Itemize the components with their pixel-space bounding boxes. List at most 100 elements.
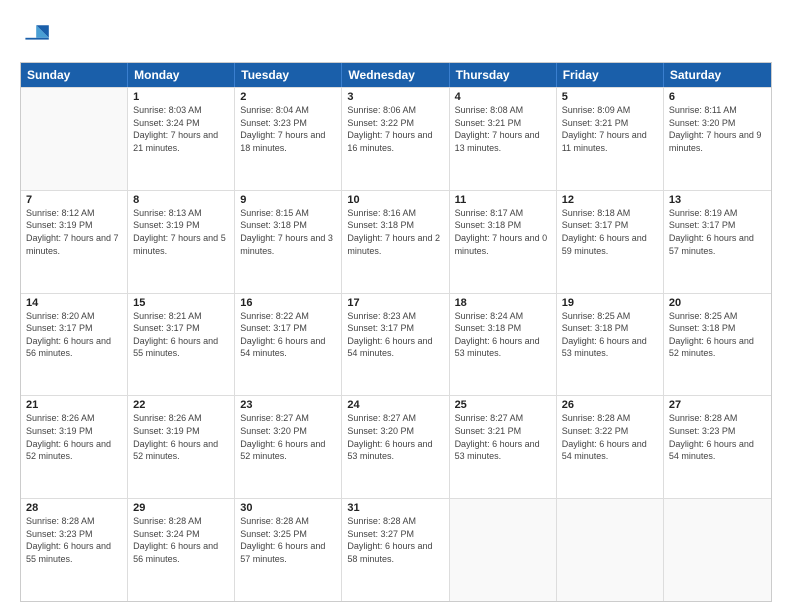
header-cell-sunday: Sunday <box>21 63 128 87</box>
day-number: 13 <box>669 194 766 206</box>
sunset-line: Sunset: 3:25 PM <box>240 528 336 541</box>
daylight-line: Daylight: 6 hours and 55 minutes. <box>133 335 229 360</box>
daylight-line: Daylight: 7 hours and 21 minutes. <box>133 129 229 154</box>
day-number: 7 <box>26 194 122 206</box>
sunset-line: Sunset: 3:17 PM <box>133 322 229 335</box>
sunset-line: Sunset: 3:20 PM <box>347 425 443 438</box>
day-number: 3 <box>347 91 443 103</box>
cal-cell: 19 Sunrise: 8:25 AM Sunset: 3:18 PM Dayl… <box>557 294 664 396</box>
day-number: 26 <box>562 399 658 411</box>
sunset-line: Sunset: 3:18 PM <box>455 219 551 232</box>
day-number: 28 <box>26 502 122 514</box>
daylight-line: Daylight: 6 hours and 52 minutes. <box>240 438 336 463</box>
day-number: 21 <box>26 399 122 411</box>
cal-cell: 13 Sunrise: 8:19 AM Sunset: 3:17 PM Dayl… <box>664 191 771 293</box>
daylight-line: Daylight: 6 hours and 54 minutes. <box>347 335 443 360</box>
header-cell-friday: Friday <box>557 63 664 87</box>
cal-cell: 18 Sunrise: 8:24 AM Sunset: 3:18 PM Dayl… <box>450 294 557 396</box>
sunrise-line: Sunrise: 8:28 AM <box>240 515 336 528</box>
cal-cell: 10 Sunrise: 8:16 AM Sunset: 3:18 PM Dayl… <box>342 191 449 293</box>
daylight-line: Daylight: 7 hours and 18 minutes. <box>240 129 336 154</box>
cal-cell: 14 Sunrise: 8:20 AM Sunset: 3:17 PM Dayl… <box>21 294 128 396</box>
logo <box>20 18 60 54</box>
sunset-line: Sunset: 3:23 PM <box>669 425 766 438</box>
sunrise-line: Sunrise: 8:16 AM <box>347 207 443 220</box>
daylight-line: Daylight: 7 hours and 0 minutes. <box>455 232 551 257</box>
sunrise-line: Sunrise: 8:27 AM <box>455 412 551 425</box>
header-cell-thursday: Thursday <box>450 63 557 87</box>
sunrise-line: Sunrise: 8:18 AM <box>562 207 658 220</box>
cal-cell: 28 Sunrise: 8:28 AM Sunset: 3:23 PM Dayl… <box>21 499 128 601</box>
cal-cell: 17 Sunrise: 8:23 AM Sunset: 3:17 PM Dayl… <box>342 294 449 396</box>
cal-cell: 5 Sunrise: 8:09 AM Sunset: 3:21 PM Dayli… <box>557 88 664 190</box>
day-number: 10 <box>347 194 443 206</box>
day-number: 18 <box>455 297 551 309</box>
day-number: 17 <box>347 297 443 309</box>
calendar-row-1: 7 Sunrise: 8:12 AM Sunset: 3:19 PM Dayli… <box>21 190 771 293</box>
sunrise-line: Sunrise: 8:13 AM <box>133 207 229 220</box>
daylight-line: Daylight: 7 hours and 3 minutes. <box>240 232 336 257</box>
daylight-line: Daylight: 7 hours and 7 minutes. <box>26 232 122 257</box>
sunset-line: Sunset: 3:18 PM <box>240 219 336 232</box>
logo-icon <box>20 18 56 54</box>
cal-cell: 27 Sunrise: 8:28 AM Sunset: 3:23 PM Dayl… <box>664 396 771 498</box>
daylight-line: Daylight: 6 hours and 58 minutes. <box>347 540 443 565</box>
daylight-line: Daylight: 6 hours and 52 minutes. <box>669 335 766 360</box>
daylight-line: Daylight: 6 hours and 53 minutes. <box>347 438 443 463</box>
day-number: 27 <box>669 399 766 411</box>
header-cell-saturday: Saturday <box>664 63 771 87</box>
cal-cell <box>557 499 664 601</box>
sunrise-line: Sunrise: 8:25 AM <box>562 310 658 323</box>
calendar-row-2: 14 Sunrise: 8:20 AM Sunset: 3:17 PM Dayl… <box>21 293 771 396</box>
cal-cell: 24 Sunrise: 8:27 AM Sunset: 3:20 PM Dayl… <box>342 396 449 498</box>
daylight-line: Daylight: 6 hours and 57 minutes. <box>669 232 766 257</box>
daylight-line: Daylight: 6 hours and 57 minutes. <box>240 540 336 565</box>
cal-cell: 20 Sunrise: 8:25 AM Sunset: 3:18 PM Dayl… <box>664 294 771 396</box>
sunrise-line: Sunrise: 8:11 AM <box>669 104 766 117</box>
sunset-line: Sunset: 3:21 PM <box>455 425 551 438</box>
day-number: 14 <box>26 297 122 309</box>
sunset-line: Sunset: 3:21 PM <box>562 117 658 130</box>
daylight-line: Daylight: 6 hours and 53 minutes. <box>455 335 551 360</box>
day-number: 16 <box>240 297 336 309</box>
sunrise-line: Sunrise: 8:12 AM <box>26 207 122 220</box>
day-number: 9 <box>240 194 336 206</box>
daylight-line: Daylight: 7 hours and 9 minutes. <box>669 129 766 154</box>
cal-cell: 7 Sunrise: 8:12 AM Sunset: 3:19 PM Dayli… <box>21 191 128 293</box>
daylight-line: Daylight: 6 hours and 59 minutes. <box>562 232 658 257</box>
calendar-header: SundayMondayTuesdayWednesdayThursdayFrid… <box>21 63 771 87</box>
sunrise-line: Sunrise: 8:15 AM <box>240 207 336 220</box>
sunset-line: Sunset: 3:19 PM <box>133 425 229 438</box>
sunset-line: Sunset: 3:17 PM <box>26 322 122 335</box>
sunset-line: Sunset: 3:27 PM <box>347 528 443 541</box>
sunrise-line: Sunrise: 8:25 AM <box>669 310 766 323</box>
daylight-line: Daylight: 6 hours and 55 minutes. <box>26 540 122 565</box>
sunset-line: Sunset: 3:20 PM <box>240 425 336 438</box>
sunrise-line: Sunrise: 8:27 AM <box>240 412 336 425</box>
day-number: 24 <box>347 399 443 411</box>
sunrise-line: Sunrise: 8:28 AM <box>26 515 122 528</box>
cal-cell: 30 Sunrise: 8:28 AM Sunset: 3:25 PM Dayl… <box>235 499 342 601</box>
sunrise-line: Sunrise: 8:26 AM <box>133 412 229 425</box>
sunset-line: Sunset: 3:23 PM <box>26 528 122 541</box>
cal-cell: 11 Sunrise: 8:17 AM Sunset: 3:18 PM Dayl… <box>450 191 557 293</box>
sunrise-line: Sunrise: 8:28 AM <box>347 515 443 528</box>
cal-cell: 6 Sunrise: 8:11 AM Sunset: 3:20 PM Dayli… <box>664 88 771 190</box>
header-cell-wednesday: Wednesday <box>342 63 449 87</box>
cal-cell <box>21 88 128 190</box>
sunset-line: Sunset: 3:24 PM <box>133 117 229 130</box>
daylight-line: Daylight: 7 hours and 5 minutes. <box>133 232 229 257</box>
day-number: 6 <box>669 91 766 103</box>
sunrise-line: Sunrise: 8:06 AM <box>347 104 443 117</box>
daylight-line: Daylight: 6 hours and 54 minutes. <box>562 438 658 463</box>
sunrise-line: Sunrise: 8:28 AM <box>562 412 658 425</box>
sunrise-line: Sunrise: 8:26 AM <box>26 412 122 425</box>
cal-cell: 26 Sunrise: 8:28 AM Sunset: 3:22 PM Dayl… <box>557 396 664 498</box>
day-number: 1 <box>133 91 229 103</box>
day-number: 4 <box>455 91 551 103</box>
cal-cell: 29 Sunrise: 8:28 AM Sunset: 3:24 PM Dayl… <box>128 499 235 601</box>
daylight-line: Daylight: 6 hours and 56 minutes. <box>133 540 229 565</box>
sunrise-line: Sunrise: 8:27 AM <box>347 412 443 425</box>
sunset-line: Sunset: 3:22 PM <box>562 425 658 438</box>
sunset-line: Sunset: 3:17 PM <box>347 322 443 335</box>
